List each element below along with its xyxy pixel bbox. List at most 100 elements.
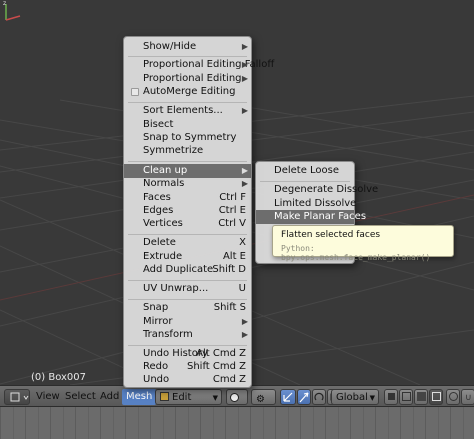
chevron-down-icon: ▼: [369, 394, 375, 402]
shortcut-label: Shift Cmd Z: [186, 361, 246, 372]
menu-item-edges[interactable]: Edges Ctrl E: [124, 204, 251, 218]
menu-separator: [128, 280, 247, 281]
menu-item-label: Redo: [143, 361, 169, 372]
menu-item-clean-up[interactable]: Clean up ▶: [124, 164, 251, 178]
menu-item-sort-elements[interactable]: Sort Elements... ▶: [124, 104, 251, 118]
pivot-icon: ⚙: [256, 394, 265, 405]
menu-item-delete[interactable]: Delete X: [124, 236, 251, 250]
menu-item-automerge[interactable]: AutoMerge Editing: [124, 85, 251, 99]
tooltip-python: Python: bpy.ops.mesh.face_make_planar(): [281, 244, 431, 262]
mesh-menu: Show/Hide ▶ Proportional Editing Falloff ▶…: [123, 36, 274, 388]
submenu-arrow-icon: ▶: [241, 74, 248, 83]
menu-item-undo[interactable]: Undo Cmd Z: [124, 373, 251, 387]
menu-item-faces[interactable]: Faces Ctrl F: [124, 191, 251, 205]
edge-select-mode[interactable]: [399, 389, 413, 405]
menu-item-label: Undo: [143, 374, 170, 385]
arrow-icon: [299, 392, 309, 403]
menu-item-proportional-editing[interactable]: Proportional Editing ▶: [124, 72, 251, 86]
menu-item-redo[interactable]: Redo Shift Cmd Z: [124, 360, 251, 374]
menu-item-snap[interactable]: Snap Shift S: [124, 301, 251, 315]
checkbox-icon[interactable]: [131, 88, 139, 96]
menu-item-delete-loose[interactable]: Delete Loose: [256, 164, 354, 178]
menu-item-transform[interactable]: Transform ▶: [124, 328, 251, 342]
menu-add[interactable]: Add: [96, 389, 123, 405]
orientation-dropdown[interactable]: Global ▼: [331, 389, 379, 405]
vertex-select-mode[interactable]: [384, 389, 398, 405]
shortcut-label: Alt E: [222, 251, 246, 262]
face-icon: [417, 392, 426, 401]
menu-item-degenerate-dissolve[interactable]: Degenerate Dissolve: [256, 183, 378, 197]
menu-item-label: Proportional Editing: [143, 73, 242, 84]
tooltip-title: Flatten selected faces: [281, 230, 381, 240]
menu-separator: [260, 181, 350, 182]
menu-item-label: Transform: [143, 329, 193, 340]
proportional-icon: [449, 392, 458, 401]
tooltip: Flatten selected faces Python: bpy.ops.m…: [272, 225, 454, 262]
cube-occlude-icon: [432, 392, 441, 401]
shortcut-label: Alt Cmd Z: [196, 348, 246, 359]
vertex-icon: [388, 393, 395, 400]
menu-separator: [128, 299, 247, 300]
menu-view[interactable]: View: [32, 389, 64, 405]
shortcut-label: X: [239, 237, 246, 248]
manipulator-icon: [283, 392, 293, 402]
manipulator-toggle[interactable]: [280, 389, 296, 405]
pivot-dropdown[interactable]: ⚙: [251, 389, 276, 405]
menu-item-label: Mirror: [143, 316, 173, 327]
mode-dropdown[interactable]: Edit Mode ▼: [155, 389, 222, 419]
menu-item-label: Delete Loose: [274, 165, 340, 176]
menu-item-make-planar-faces[interactable]: Make Planar Faces: [256, 210, 366, 224]
menu-item-label: Vertices: [143, 218, 183, 229]
menu-item-label: Make Planar Faces: [274, 211, 367, 222]
menu-item-label: Degenerate Dissolve: [274, 184, 379, 195]
menu-item-show-hide[interactable]: Show/Hide ▶: [124, 40, 251, 54]
menu-separator: [128, 56, 247, 57]
menu-item-proportional-falloff[interactable]: Proportional Editing Falloff ▶: [124, 58, 274, 72]
axis-gizmo-icon: z: [3, 0, 21, 21]
orientation-label: Global: [336, 392, 368, 403]
menu-select[interactable]: Select: [61, 389, 100, 405]
shading-dropdown[interactable]: [226, 389, 248, 405]
menu-separator: [128, 161, 247, 162]
proportional-edit-toggle[interactable]: [446, 389, 460, 405]
shortcut-label: U: [238, 283, 246, 294]
submenu-arrow-icon: ▶: [241, 166, 248, 175]
menu-item-label: Edges: [143, 205, 174, 216]
menu-item-label: Snap to Symmetry: [143, 132, 237, 143]
menu-item-label: Show/Hide: [143, 41, 197, 52]
timeline-ticks-minor: [13, 407, 474, 439]
chevron-down-icon: ▼: [212, 394, 218, 402]
menu-item-extrude[interactable]: Extrude Alt E: [124, 250, 251, 264]
menu-item-add-duplicate[interactable]: Add Duplicate Shift D: [124, 263, 251, 277]
menu-item-undo-history[interactable]: Undo History Alt Cmd Z: [124, 347, 251, 361]
translate-toggle[interactable]: [297, 389, 311, 405]
menu-item-label: Bisect: [143, 119, 174, 130]
shortcut-label: Ctrl F: [219, 192, 246, 203]
occlude-toggle[interactable]: [429, 389, 443, 405]
submenu-arrow-icon: ▶: [241, 330, 248, 339]
menu-item-uv-unwrap[interactable]: UV Unwrap... U: [124, 282, 251, 296]
shortcut-label: Shift D: [212, 264, 246, 275]
menu-item-vertices[interactable]: Vertices Ctrl V: [124, 217, 251, 231]
menu-item-mirror[interactable]: Mirror ▶: [124, 315, 251, 329]
editor-type-button[interactable]: [4, 389, 30, 405]
rotate-toggle[interactable]: [312, 389, 326, 405]
magnet-icon: ∪: [465, 393, 472, 403]
menu-item-limited-dissolve[interactable]: Limited Dissolve: [256, 197, 356, 211]
menu-item-label: Clean up: [143, 165, 188, 176]
menu-item-snap-to-symmetry[interactable]: Snap to Symmetry: [124, 131, 251, 145]
submenu-arrow-icon: ▶: [241, 42, 248, 51]
face-select-mode[interactable]: [414, 389, 428, 405]
menu-item-label: Snap: [143, 302, 169, 313]
menu-mesh[interactable]: Mesh: [122, 389, 157, 405]
menu-item-bisect[interactable]: Bisect: [124, 118, 251, 132]
3d-view-header: View Select Add Mesh Edit Mode ▼ ⚙ Globa…: [0, 385, 474, 419]
snap-toggle[interactable]: ∪: [461, 389, 474, 405]
submenu-arrow-icon: ▶: [241, 60, 248, 69]
menu-item-label: Proportional Editing Falloff: [143, 59, 275, 70]
edit-mode-icon: [160, 392, 169, 401]
timeline-strip[interactable]: [0, 407, 474, 439]
menu-item-normals[interactable]: Normals ▶: [124, 177, 251, 191]
menu-item-symmetrize[interactable]: Symmetrize: [124, 144, 251, 158]
menu-item-label: Symmetrize: [143, 145, 204, 156]
